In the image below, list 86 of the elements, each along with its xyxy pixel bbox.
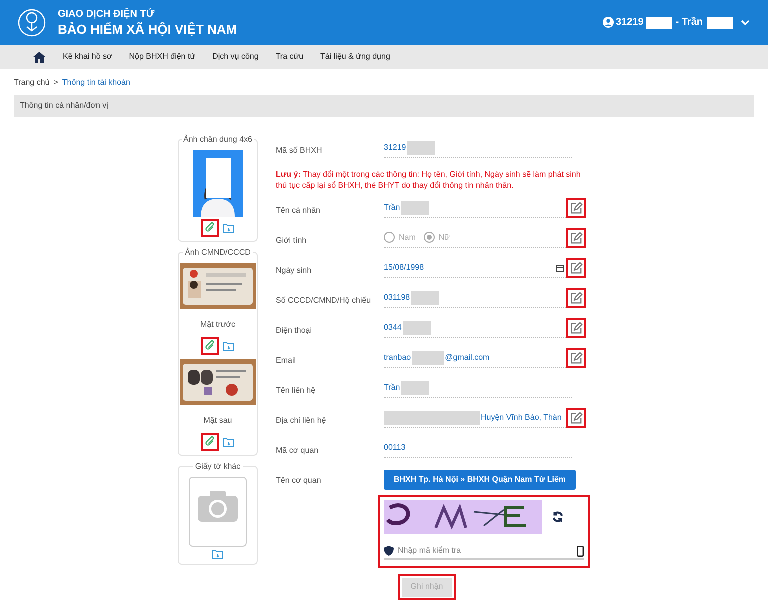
field-label: Tên liên hệ xyxy=(276,385,317,397)
camera-icon xyxy=(198,490,238,522)
nav-link[interactable]: Dịch vụ công xyxy=(212,51,259,63)
field-label: Mã cơ quan xyxy=(276,445,320,457)
redaction-bar xyxy=(402,320,431,334)
field-label: Số CCCD/CMND/Hộ chiếu xyxy=(276,295,372,307)
field-label: Tên cơ quan xyxy=(276,475,322,487)
field-label: Mã số BHXH xyxy=(276,145,324,157)
redaction-bar xyxy=(412,350,444,364)
calendar-icon[interactable] xyxy=(556,264,564,272)
edit-icon xyxy=(570,412,582,424)
home-icon[interactable] xyxy=(33,52,46,62)
field-label: Tên cá nhân xyxy=(276,205,322,217)
field-label: Địa chỉ liên hệ xyxy=(276,415,328,427)
logo-icon[interactable] xyxy=(18,8,46,38)
folder-download-icon[interactable] xyxy=(212,549,224,560)
edit-button[interactable] xyxy=(566,198,586,218)
nav-link[interactable]: Tài liệu & ứng dụng xyxy=(320,51,390,63)
field-label: Điện thoại xyxy=(276,325,314,337)
warning-note: Lưu ý: Thay đổi một trong các thông tin: Họ tên, Giới tính, Ngày sinh sẽ làm phát sinh thủ tục cấp lại sổ BHXH, thẻ BHYT do thay đổi thông tin nhân thân. xyxy=(276,169,582,191)
chevron-down-icon[interactable] xyxy=(741,20,750,26)
field-label: Ngày sinh xyxy=(276,265,313,277)
field-value: @gmail.com xyxy=(445,352,490,364)
field-value: tranbao xyxy=(384,352,412,364)
redaction-bar xyxy=(401,200,430,214)
section-title: Thông tin cá nhân/đơn vị xyxy=(20,100,108,112)
attach-button[interactable] xyxy=(201,433,219,451)
field-value: 31219 xyxy=(384,142,406,154)
image-caption: Mặt sau xyxy=(204,416,232,425)
card-title: Ảnh chân dung 4x6 xyxy=(182,134,254,146)
card-title: Giấy tờ khác xyxy=(193,461,243,473)
field-value: 15/08/1998 xyxy=(384,262,424,274)
edit-icon xyxy=(570,322,582,334)
edit-icon xyxy=(570,232,582,244)
shield-icon xyxy=(384,546,394,556)
redaction-bar xyxy=(411,290,440,304)
portal-title: BẢO HIỂM XÃ HỘI VIỆT NAM xyxy=(58,22,238,36)
edit-icon xyxy=(570,292,582,304)
nav-link[interactable]: Nộp BHXH điện tử xyxy=(129,51,196,63)
folder-download-icon[interactable] xyxy=(223,340,235,352)
redaction-bar xyxy=(401,380,430,394)
paperclip-icon xyxy=(204,222,216,234)
edit-button[interactable] xyxy=(566,318,586,338)
breadcrumb-separator: > xyxy=(54,77,58,89)
radio-label: Nam xyxy=(399,232,416,244)
radio-label: Nữ xyxy=(438,232,450,244)
field-value: 0344 xyxy=(384,322,402,334)
redaction-bar xyxy=(646,16,672,28)
portal-subtitle: GIAO DỊCH ĐIỆN TỬ xyxy=(58,10,156,20)
captcha-input[interactable]: Nhập mã kiểm tra xyxy=(398,545,573,557)
redaction-bar xyxy=(407,140,436,154)
radio-button[interactable] xyxy=(384,232,395,243)
phone-icon xyxy=(577,546,584,556)
nav-link[interactable]: Kê khai hồ sơ xyxy=(63,51,112,63)
field-label: Email xyxy=(276,355,298,367)
breadcrumb-link[interactable]: Thông tin tài khoản xyxy=(62,77,130,89)
attach-button[interactable] xyxy=(201,219,219,237)
edit-button[interactable] xyxy=(566,348,586,368)
redaction-bar xyxy=(707,16,733,28)
field-label: Giới tính xyxy=(276,235,308,247)
edit-button[interactable] xyxy=(566,228,586,248)
field-value: 031198 xyxy=(384,292,410,304)
edit-button[interactable] xyxy=(566,258,586,278)
attach-button[interactable] xyxy=(201,337,219,355)
edit-button[interactable] xyxy=(566,408,586,428)
edit-icon xyxy=(570,202,582,214)
image-caption: Mặt trước xyxy=(200,320,236,329)
breadcrumb-link[interactable]: Trang chủ xyxy=(14,77,50,89)
user-name: - Trần xyxy=(676,16,703,30)
user-icon xyxy=(602,17,614,28)
field-value: Huyện Vĩnh Bảo, Thàn xyxy=(481,412,562,424)
paperclip-icon xyxy=(204,436,216,448)
user-id: 31219 xyxy=(616,16,644,30)
edit-icon xyxy=(570,262,582,274)
nav-link[interactable]: Tra cứu xyxy=(276,51,304,63)
radio-button[interactable] xyxy=(424,232,435,243)
folder-download-icon[interactable] xyxy=(223,222,235,234)
field-value: 00113 xyxy=(384,442,406,454)
refresh-icon[interactable] xyxy=(552,511,564,523)
folder-download-icon[interactable] xyxy=(223,436,235,448)
edit-button[interactable] xyxy=(566,288,586,308)
agency-button[interactable]: BHXH Tp. Hà Nội » BHXH Quận Nam Từ Liêm xyxy=(384,470,576,490)
field-value: Trần xyxy=(384,202,400,214)
paperclip-icon xyxy=(204,340,216,352)
edit-icon xyxy=(570,352,582,364)
field-value: Trần xyxy=(384,382,400,394)
